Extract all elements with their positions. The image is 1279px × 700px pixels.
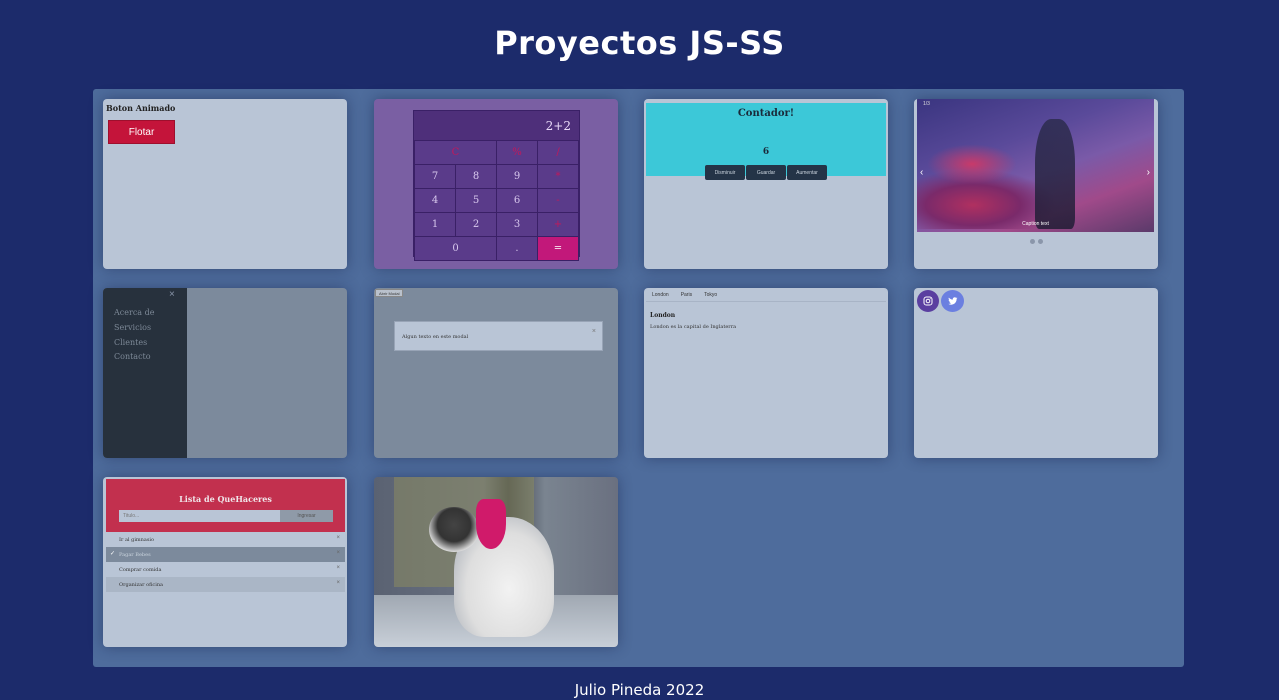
sidenav-item-servicios[interactable]: Servicios <box>114 323 151 332</box>
todo-header: Lista de QueHaceres Titulo... Ingresar <box>106 479 345 532</box>
card-title: Boton Animado <box>106 103 176 113</box>
calc-key-equals[interactable]: = <box>538 237 578 260</box>
float-button[interactable]: Flotar <box>108 120 175 144</box>
close-icon[interactable]: × <box>169 289 175 300</box>
calc-key-percent[interactable]: % <box>497 141 537 164</box>
todo-input[interactable]: Titulo... <box>119 510 280 522</box>
calc-key-4[interactable]: 4 <box>415 189 455 212</box>
carousel-dot[interactable] <box>1030 239 1035 244</box>
slide-counter: 1/3 <box>923 101 930 107</box>
prev-arrow-icon[interactable]: ‹ <box>920 167 923 178</box>
calc-key-0[interactable]: 0 <box>415 237 496 260</box>
carousel-slide-image: 1/3 ‹ › Caption text <box>917 99 1154 232</box>
remove-icon[interactable]: × <box>336 535 340 541</box>
calc-key-1[interactable]: 1 <box>415 213 455 236</box>
add-todo-button[interactable]: Ingresar <box>280 510 333 522</box>
remove-icon[interactable]: × <box>336 565 340 571</box>
sidenav-item-acerca[interactable]: Acerca de <box>114 308 154 317</box>
calc-key-plus[interactable]: + <box>538 213 578 236</box>
twitter-icon[interactable] <box>941 290 964 312</box>
project-card-boton-animado[interactable]: Boton Animado Flotar <box>103 99 347 269</box>
todo-item[interactable]: Comprar comida × <box>106 562 345 577</box>
open-modal-button[interactable]: Abrir Modal <box>375 289 404 297</box>
instagram-icon[interactable] <box>917 290 939 312</box>
calc-key-clear[interactable]: C <box>415 141 496 164</box>
todo-item-text: Organizar oficina <box>119 582 164 588</box>
project-card-tabs[interactable]: London Paris Tokyo London London es la c… <box>644 288 888 458</box>
todo-item-text: Ir al gimnasio <box>119 537 155 543</box>
calc-key-dot[interactable]: . <box>497 237 537 260</box>
calculator-display: 2+2 <box>545 119 571 133</box>
check-icon: ✓ <box>110 551 116 557</box>
remove-icon[interactable]: × <box>336 580 340 586</box>
calc-key-2[interactable]: 2 <box>456 213 496 236</box>
todo-item-text: Comprar comida <box>119 567 162 573</box>
cat-photo <box>374 477 618 647</box>
todo-item-text: Pagar Bebes <box>119 552 151 558</box>
carousel-dot[interactable] <box>1038 239 1043 244</box>
calc-key-multiply[interactable]: * <box>538 165 578 188</box>
page-title: Proyectos JS-SS <box>494 24 785 62</box>
calc-key-divide[interactable]: / <box>538 141 578 164</box>
counter-panel: Contador! 6 Disminuir Guardar Aumentar <box>646 103 886 180</box>
tab-london[interactable]: London <box>646 290 675 301</box>
tab-content: London es la capital de Inglaterra <box>650 324 737 330</box>
sidenav-item-clientes[interactable]: Clientes <box>114 338 147 347</box>
todo-item[interactable]: Organizar oficina × <box>106 577 345 592</box>
project-card-carrusel[interactable]: 1/3 ‹ › Caption text <box>914 99 1158 269</box>
close-icon[interactable]: × <box>592 328 596 335</box>
carousel-dots <box>1030 239 1043 244</box>
project-card-modal[interactable]: Abrir Modal Algun texto en este modal × <box>374 288 618 458</box>
slide-caption: Caption text <box>1022 221 1049 227</box>
increase-button[interactable]: Aumentar <box>787 165 827 180</box>
project-card-contador[interactable]: Contador! 6 Disminuir Guardar Aumentar <box>644 99 888 269</box>
tab-heading: London <box>650 312 676 319</box>
modal-text: Algun texto en este modal <box>402 334 469 340</box>
project-card-todo-list[interactable]: Lista de QueHaceres Titulo... Ingresar I… <box>103 477 347 647</box>
side-navigation: × Acerca de Servicios Clientes Contacto <box>103 288 187 458</box>
decrease-button[interactable]: Disminuir <box>705 165 745 180</box>
tab-paris[interactable]: Paris <box>675 290 698 301</box>
calc-key-3[interactable]: 3 <box>497 213 537 236</box>
next-arrow-icon[interactable]: › <box>1147 167 1150 178</box>
remove-icon[interactable]: × <box>336 550 340 556</box>
tab-tokyo[interactable]: Tokyo <box>698 290 723 301</box>
page-footer: Julio Pineda 2022 <box>574 681 705 699</box>
projects-grid: Boton Animado Flotar 2+2 C % / 7 8 9 * 4… <box>93 89 1184 667</box>
project-card-social[interactable] <box>914 288 1158 458</box>
calc-key-7[interactable]: 7 <box>415 165 455 188</box>
calc-key-minus[interactable]: - <box>538 189 578 212</box>
project-card-sidenav[interactable]: × Acerca de Servicios Clientes Contacto <box>103 288 347 458</box>
counter-title: Contador! <box>737 108 795 119</box>
calc-key-9[interactable]: 9 <box>497 165 537 188</box>
project-card-calculadora[interactable]: 2+2 C % / 7 8 9 * 4 5 6 - 1 2 3 + 0 . = <box>374 99 618 269</box>
calc-key-6[interactable]: 6 <box>497 189 537 212</box>
tab-bar: London Paris Tokyo <box>646 290 886 302</box>
todo-item-checked[interactable]: ✓ Pagar Bebes × <box>106 547 345 562</box>
save-button[interactable]: Guardar <box>746 165 786 180</box>
counter-value: 6 <box>762 147 770 157</box>
sidenav-item-contacto[interactable]: Contacto <box>114 352 151 361</box>
calc-key-8[interactable]: 8 <box>456 165 496 188</box>
todo-title: Lista de QueHaceres <box>179 494 272 504</box>
calculator: 2+2 C % / 7 8 9 * 4 5 6 - 1 2 3 + 0 . = <box>413 110 580 261</box>
todo-item[interactable]: Ir al gimnasio × <box>106 532 345 547</box>
calc-key-5[interactable]: 5 <box>456 189 496 212</box>
modal-dialog: Algun texto en este modal × <box>394 321 603 351</box>
project-card-cat-image[interactable] <box>374 477 618 647</box>
